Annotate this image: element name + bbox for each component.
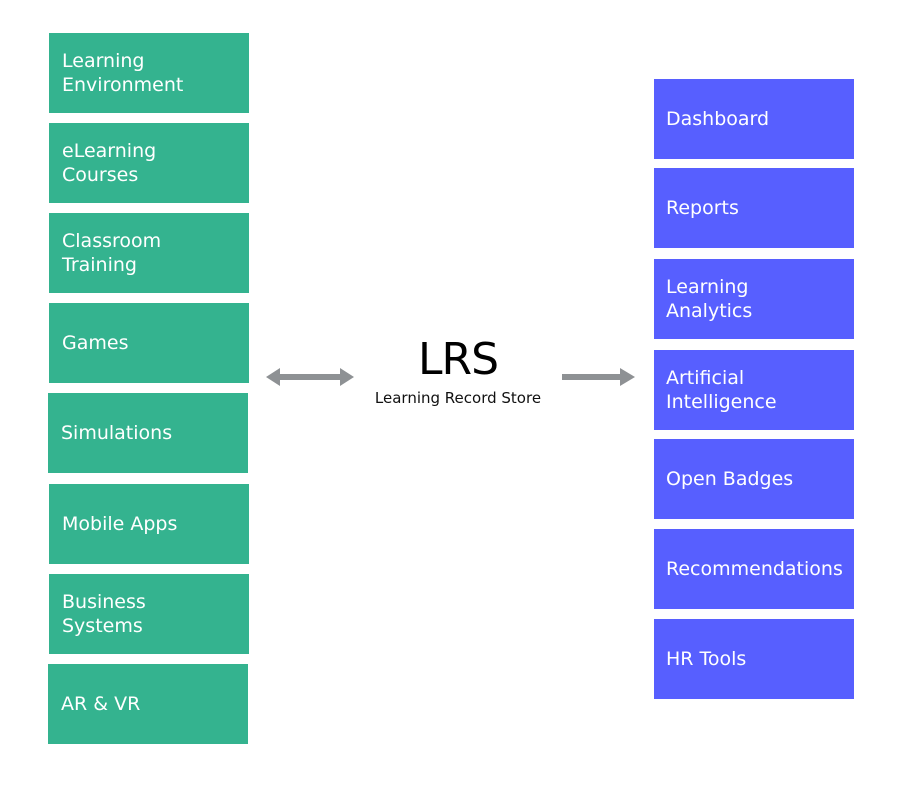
source-box-learning-environment: Learning Environment [49,33,249,113]
source-label: Learning Environment [62,50,184,96]
output-box-recommendations: Recommendations [654,529,854,609]
source-box-business-systems: Business Systems [49,574,249,654]
source-label: Games [62,332,129,354]
bidirectional-arrow-icon [266,368,354,386]
output-label: Reports [666,197,739,219]
output-label: Dashboard [666,108,770,130]
output-box-open-badges: Open Badges [654,439,854,519]
source-box-elearning-courses: eLearning Courses [49,123,249,203]
source-label: Business Systems [62,591,146,637]
output-label: HR Tools [666,648,747,670]
source-box-classroom-training: Classroom Training [49,213,249,293]
source-label: eLearning Courses [62,140,157,186]
lrs-subtitle: Learning Record Store [374,389,542,407]
lrs-node: LRS Learning Record Store [358,336,558,408]
output-box-reports: Reports [654,168,854,248]
source-label: Classroom Training [62,230,162,276]
source-label: AR & VR [61,693,141,715]
output-box-hr-tools: HR Tools [654,619,854,699]
output-label: Learning Analytics [666,276,753,322]
output-box-artificial-intelligence: Artificial Intelligence [654,350,854,430]
output-box-dashboard: Dashboard [654,79,854,159]
output-label: Recommendations [666,558,843,580]
source-box-games: Games [49,303,249,383]
source-label: Mobile Apps [62,513,178,535]
source-label: Simulations [61,422,173,444]
output-box-learning-analytics: Learning Analytics [654,259,854,339]
lrs-title: LRS [417,334,499,385]
right-arrow-icon [562,368,635,386]
output-label: Artificial Intelligence [666,367,777,413]
source-box-ar-vr: AR & VR [48,664,248,744]
output-label: Open Badges [666,468,794,490]
source-box-mobile-apps: Mobile Apps [49,484,249,564]
source-box-simulations: Simulations [48,393,248,473]
